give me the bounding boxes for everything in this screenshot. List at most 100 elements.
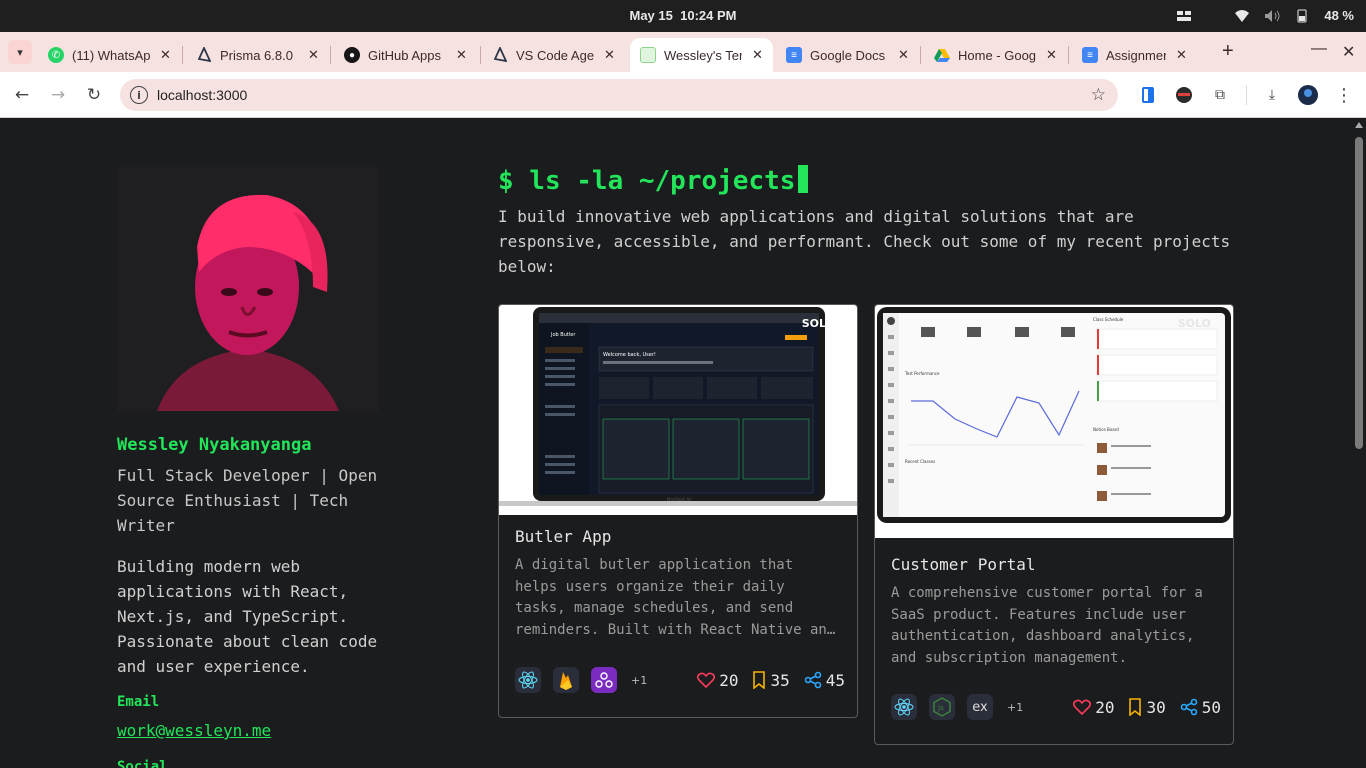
project-card-customer-portal[interactable]: Test Performance Recent Classes Class Sc… <box>874 304 1234 745</box>
volume-icon[interactable] <box>1264 9 1280 23</box>
close-icon[interactable]: ✕ <box>160 47 171 63</box>
tab-assignment[interactable]: ≡ Assignment 2 ✕ <box>1072 38 1197 72</box>
system-tray[interactable]: 48 % <box>1176 8 1354 23</box>
share-stat[interactable]: 45 <box>804 671 845 690</box>
tab-title: Home - Google Drive <box>958 47 1036 63</box>
tab-prisma[interactable]: Prisma 6.8.0 ✕ <box>186 38 329 72</box>
back-button[interactable]: ← <box>11 84 33 106</box>
project-title[interactable]: Butler App <box>515 527 611 546</box>
scrollbar-thumb[interactable] <box>1355 137 1363 449</box>
svg-text:Notice Board: Notice Board <box>1093 427 1119 432</box>
express-icon: ex <box>967 694 993 720</box>
system-top-bar: May 15 10:24 PM 48 % <box>0 0 1366 32</box>
firebase-icon <box>553 667 579 693</box>
tab-portfolio-active[interactable]: Wessley's Terminal ✕ <box>630 38 773 72</box>
close-icon[interactable]: ✕ <box>752 47 763 63</box>
page-scrollbar[interactable] <box>1352 119 1366 768</box>
profile-avatar[interactable] <box>1298 85 1318 105</box>
close-icon[interactable]: ✕ <box>1046 47 1057 63</box>
project-meta: js ex +1 20 30 50 <box>891 694 1221 720</box>
tab-title: Google Docs <box>810 47 886 63</box>
system-clock[interactable]: May 15 10:24 PM <box>0 8 1366 23</box>
time-text: 10:24 PM <box>680 8 737 23</box>
bookmark-stat[interactable]: 30 <box>1128 698 1166 717</box>
tab-separator <box>480 46 481 64</box>
prisma-icon <box>196 47 212 63</box>
portfolio-page: Wessley Nyakanyanga Full Stack Developer… <box>0 119 1352 768</box>
url-input[interactable] <box>157 87 957 103</box>
bookmark-stat[interactable]: 35 <box>752 670 790 690</box>
tab-search-button[interactable]: ▾ <box>8 40 32 64</box>
chevron-down-icon: ▾ <box>17 45 23 59</box>
close-icon[interactable]: ✕ <box>898 47 909 63</box>
close-icon[interactable]: ✕ <box>456 47 467 63</box>
tab-whatsapp[interactable]: ✆ (11) WhatsApp ✕ <box>38 38 181 72</box>
extensions-puzzle-icon[interactable]: ⧉ <box>1210 85 1230 105</box>
close-icon[interactable]: ✕ <box>1176 47 1187 63</box>
svg-text:Class Schedule: Class Schedule <box>1093 317 1124 322</box>
profile-name: Wessley Nyakanyanga <box>117 435 312 455</box>
close-icon[interactable]: ✕ <box>604 47 615 63</box>
browser-toolbar: ← → ↻ i ☆ ⧉ ⤓ ⋮ <box>0 72 1366 118</box>
address-bar[interactable]: i ☆ <box>120 79 1118 111</box>
solo-badge: SOLO <box>801 317 835 330</box>
kebab-menu-icon[interactable]: ⋮ <box>1334 85 1354 106</box>
more-tech-count[interactable]: +1 <box>631 674 647 687</box>
whatsapp-icon: ✆ <box>48 47 64 63</box>
terminal-cursor <box>798 165 809 193</box>
bookmark-icon <box>1129 698 1142 716</box>
drive-icon <box>934 47 950 63</box>
tab-separator <box>1068 46 1069 64</box>
share-icon <box>1180 698 1198 716</box>
close-window-button[interactable]: ✕ <box>1342 42 1355 62</box>
download-icon[interactable]: ⤓ <box>1262 85 1282 105</box>
window-switcher-icon[interactable] <box>1176 9 1192 23</box>
tab-title: VS Code Agent <box>516 47 594 63</box>
close-icon[interactable]: ✕ <box>308 47 319 63</box>
tab-title: (11) WhatsApp <box>72 47 150 63</box>
reload-button[interactable]: ↻ <box>83 84 105 106</box>
tab-separator <box>330 46 331 64</box>
like-stat[interactable]: 20 <box>697 671 738 690</box>
tab-github[interactable]: ● GitHub Apps ✕ <box>334 38 477 72</box>
bookmark-count: 35 <box>770 670 790 690</box>
tab-separator <box>182 46 183 64</box>
bookmark-icon <box>753 671 766 689</box>
share-count: 45 <box>825 670 845 690</box>
extension-avatar-icon[interactable] <box>1174 85 1194 105</box>
toolbar-divider <box>1246 85 1247 105</box>
sidepanel-icon[interactable] <box>1138 85 1158 105</box>
tab-vscode-agent[interactable]: VS Code Agent ✕ <box>482 38 625 72</box>
bookmark-star-icon[interactable]: ☆ <box>1091 85 1106 105</box>
forward-button[interactable]: → <box>47 84 69 106</box>
project-title[interactable]: Customer Portal <box>891 555 1036 574</box>
battery-icon[interactable] <box>1294 9 1310 23</box>
minimize-button[interactable]: — <box>1311 40 1327 58</box>
projects-command: $ ls -la ~/projects <box>498 165 809 196</box>
svg-text:Job Butler: Job Butler <box>550 332 576 338</box>
page-icon <box>640 47 656 63</box>
date-text: May 15 <box>629 8 673 23</box>
scroll-up-arrow[interactable] <box>1355 122 1363 128</box>
heart-icon <box>1073 699 1092 715</box>
like-stat[interactable]: 20 <box>1073 698 1114 717</box>
project-card-butler[interactable]: Job Butler Welcome back, User! MacBook A… <box>498 304 858 718</box>
tab-google-docs[interactable]: ≡ Google Docs ✕ <box>776 38 919 72</box>
react-icon <box>515 667 541 693</box>
command-text: $ ls -la ~/projects <box>498 166 796 196</box>
new-tab-button[interactable]: + <box>1222 40 1234 63</box>
svg-text:Welcome back, User!: Welcome back, User! <box>603 352 656 358</box>
docs-icon: ≡ <box>786 47 802 63</box>
more-tech-count[interactable]: +1 <box>1007 701 1023 714</box>
heart-icon <box>697 672 716 688</box>
tab-title: GitHub Apps <box>368 47 441 63</box>
share-stat[interactable]: 50 <box>1180 698 1221 717</box>
redux-icon <box>591 667 617 693</box>
email-link[interactable]: work@wessleyn.me <box>117 721 271 740</box>
site-info-icon[interactable]: i <box>130 86 148 104</box>
docs-icon: ≡ <box>1082 47 1098 63</box>
social-label: Social <box>117 759 168 768</box>
wifi-icon[interactable] <box>1234 9 1250 23</box>
tab-google-drive[interactable]: Home - Google Drive ✕ <box>924 38 1067 72</box>
github-icon: ● <box>344 47 360 63</box>
